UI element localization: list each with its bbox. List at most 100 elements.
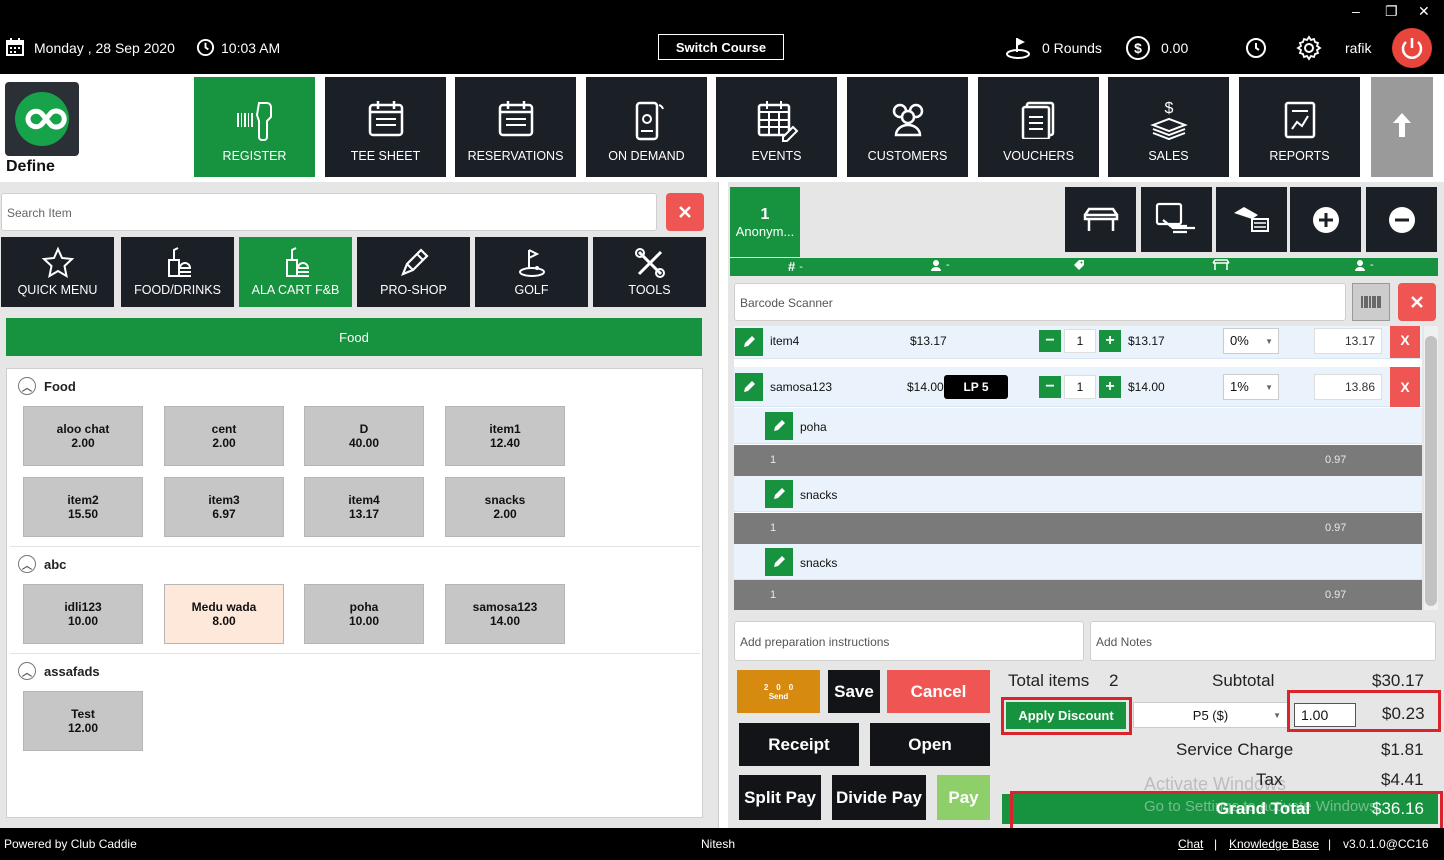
restore-icon[interactable]: ❐ — [1385, 3, 1398, 20]
knowledge-base-link[interactable]: Knowledge Base — [1229, 837, 1319, 851]
modifier-qty: 1 — [770, 522, 777, 534]
nav-reports[interactable]: REPORTS — [1239, 77, 1360, 177]
divide-pay-button[interactable]: Divide Pay — [832, 775, 926, 820]
barcode-button[interactable] — [1352, 283, 1390, 321]
save-button[interactable]: Save — [828, 670, 880, 713]
edit-modifier-button[interactable] — [765, 412, 793, 440]
lp-badge[interactable]: LP 5 — [944, 375, 1008, 399]
search-item-input[interactable]: Search Item — [1, 193, 657, 231]
nav-reservations[interactable]: RESERVATIONS — [455, 77, 576, 177]
modifier-line[interactable]: poha — [734, 408, 1422, 444]
line-amount[interactable]: 13.17 — [1314, 328, 1382, 354]
category-quick-menu[interactable]: QUICK MENU — [1, 237, 114, 307]
section-assafads[interactable]: ︿ assafads — [18, 662, 100, 680]
menu-item-tile[interactable]: snacks 2.00 — [445, 477, 565, 537]
menu-item-tile[interactable]: item4 13.17 — [304, 477, 424, 537]
hand-card-button[interactable] — [1141, 187, 1212, 252]
menu-item-tile[interactable]: Medu wada 8.00 — [164, 584, 284, 644]
nav-customers[interactable]: CUSTOMERS — [847, 77, 968, 177]
category-golf[interactable]: GOLF — [475, 237, 588, 307]
edit-modifier-button[interactable] — [765, 480, 793, 508]
increase-qty-button[interactable]: + — [1099, 330, 1121, 352]
remove-tab-button[interactable] — [1366, 187, 1437, 252]
modifier-line[interactable]: snacks — [734, 476, 1422, 512]
menu-item-tile[interactable]: idli123 10.00 — [23, 584, 143, 644]
menu-item-tile[interactable]: item2 15.50 — [23, 477, 143, 537]
menu-item-tile[interactable]: item1 12.40 — [445, 406, 565, 466]
category-food-drinks[interactable]: FOOD/DRINKS — [121, 237, 234, 307]
order-line[interactable]: item4 $13.17 − 1 + $13.17 0% ▼ 13.17 X — [734, 326, 1422, 359]
section-abc[interactable]: ︿ abc — [18, 555, 66, 573]
nav-on-demand[interactable]: ON DEMAND — [586, 77, 707, 177]
category-tools[interactable]: TOOLS — [593, 237, 706, 307]
nav-events[interactable]: EVENTS — [716, 77, 837, 177]
notes-input[interactable]: Add Notes — [1090, 621, 1436, 661]
delete-line-button[interactable]: X — [1390, 367, 1420, 407]
order-tab[interactable]: 1 Anonym... — [730, 187, 800, 257]
menu-item-tile[interactable]: item3 6.97 — [164, 477, 284, 537]
menu-item-tile[interactable]: cent 2.00 — [164, 406, 284, 466]
modifier-line[interactable]: snacks — [734, 544, 1422, 580]
collapse-icon[interactable]: ︿ — [18, 662, 36, 680]
clear-barcode-button[interactable] — [1398, 283, 1436, 321]
section-food[interactable]: ︿ Food — [18, 377, 76, 395]
receipt-button[interactable]: Receipt — [739, 723, 859, 766]
edit-modifier-button[interactable] — [765, 548, 793, 576]
payment-transfer-button[interactable] — [1216, 187, 1287, 252]
open-button[interactable]: Open — [870, 723, 990, 766]
menu-item-tile[interactable]: Test 12.00 — [23, 691, 143, 751]
gear-icon[interactable] — [1296, 35, 1322, 61]
collapse-icon[interactable]: ︿ — [18, 377, 36, 395]
order-line[interactable]: samosa123 $14.00 LP 5 − 1 + $14.00 1% ▼ 1… — [734, 367, 1422, 407]
food-header-bar[interactable]: Food — [6, 318, 702, 356]
qty-value[interactable]: 1 — [1064, 375, 1096, 399]
edit-line-button[interactable] — [735, 373, 763, 401]
nav-vouchers[interactable]: VOUCHERS — [978, 77, 1099, 177]
panel-divider[interactable] — [718, 182, 722, 828]
discount-type-select[interactable]: P5 ($) ▼ — [1133, 702, 1288, 728]
menu-item-tile[interactable]: samosa123 14.00 — [445, 584, 565, 644]
add-tab-button[interactable] — [1290, 187, 1361, 252]
qty-value[interactable]: 1 — [1064, 329, 1096, 353]
send-label: Send — [768, 691, 789, 701]
history-clock-icon[interactable] — [1245, 37, 1267, 59]
table-icon — [1083, 207, 1118, 231]
nav-tee-sheet[interactable]: TEE SHEET — [325, 77, 446, 177]
delete-line-button[interactable]: X — [1390, 326, 1420, 358]
line-total: $14.00 — [1128, 380, 1165, 394]
edit-line-button[interactable] — [735, 328, 763, 356]
discount-select[interactable]: 1% ▼ — [1223, 374, 1279, 400]
switch-course-button[interactable]: Switch Course — [658, 34, 784, 60]
minimize-icon[interactable]: – — [1352, 3, 1360, 19]
chat-link[interactable]: Chat — [1178, 837, 1203, 851]
scrollbar-thumb[interactable] — [1425, 336, 1437, 606]
menu-item-tile[interactable]: D 40.00 — [304, 406, 424, 466]
prep-instructions-input[interactable]: Add preparation instructions — [734, 621, 1084, 661]
power-button[interactable] — [1392, 28, 1432, 68]
nav-register[interactable]: REGISTER — [194, 77, 315, 177]
cancel-button[interactable]: Cancel — [887, 670, 990, 713]
nav-sales[interactable]: $ SALES — [1108, 77, 1229, 177]
powered-by: Powered by Club Caddie — [4, 837, 137, 851]
barcode-scanner-input[interactable]: Barcode Scanner — [734, 283, 1346, 321]
line-amount[interactable]: 13.86 — [1314, 374, 1382, 400]
item-price: 10.00 — [67, 614, 99, 628]
decrease-qty-button[interactable]: − — [1039, 330, 1061, 352]
menu-item-tile[interactable]: aloo chat 2.00 — [23, 406, 143, 466]
pay-button[interactable]: Pay — [937, 775, 990, 820]
item-name: aloo chat — [56, 422, 110, 436]
collapse-icon[interactable]: ︿ — [18, 555, 36, 573]
line-price: $14.00 — [907, 380, 944, 394]
close-icon[interactable]: ✕ — [1418, 3, 1430, 20]
split-pay-button[interactable]: Split Pay — [739, 775, 821, 820]
increase-qty-button[interactable]: + — [1099, 376, 1121, 398]
table-button[interactable] — [1065, 187, 1136, 252]
send-button[interactable]: 2 0 0 Send — [737, 670, 820, 713]
clear-search-button[interactable] — [666, 193, 704, 231]
category-ala-cart[interactable]: ALA CART F&B — [239, 237, 352, 307]
decrease-qty-button[interactable]: − — [1039, 376, 1061, 398]
discount-select[interactable]: 0% ▼ — [1223, 328, 1279, 354]
menu-item-tile[interactable]: poha 10.00 — [304, 584, 424, 644]
category-pro-shop[interactable]: PRO-SHOP — [357, 237, 470, 307]
scroll-up-button[interactable] — [1371, 77, 1433, 177]
